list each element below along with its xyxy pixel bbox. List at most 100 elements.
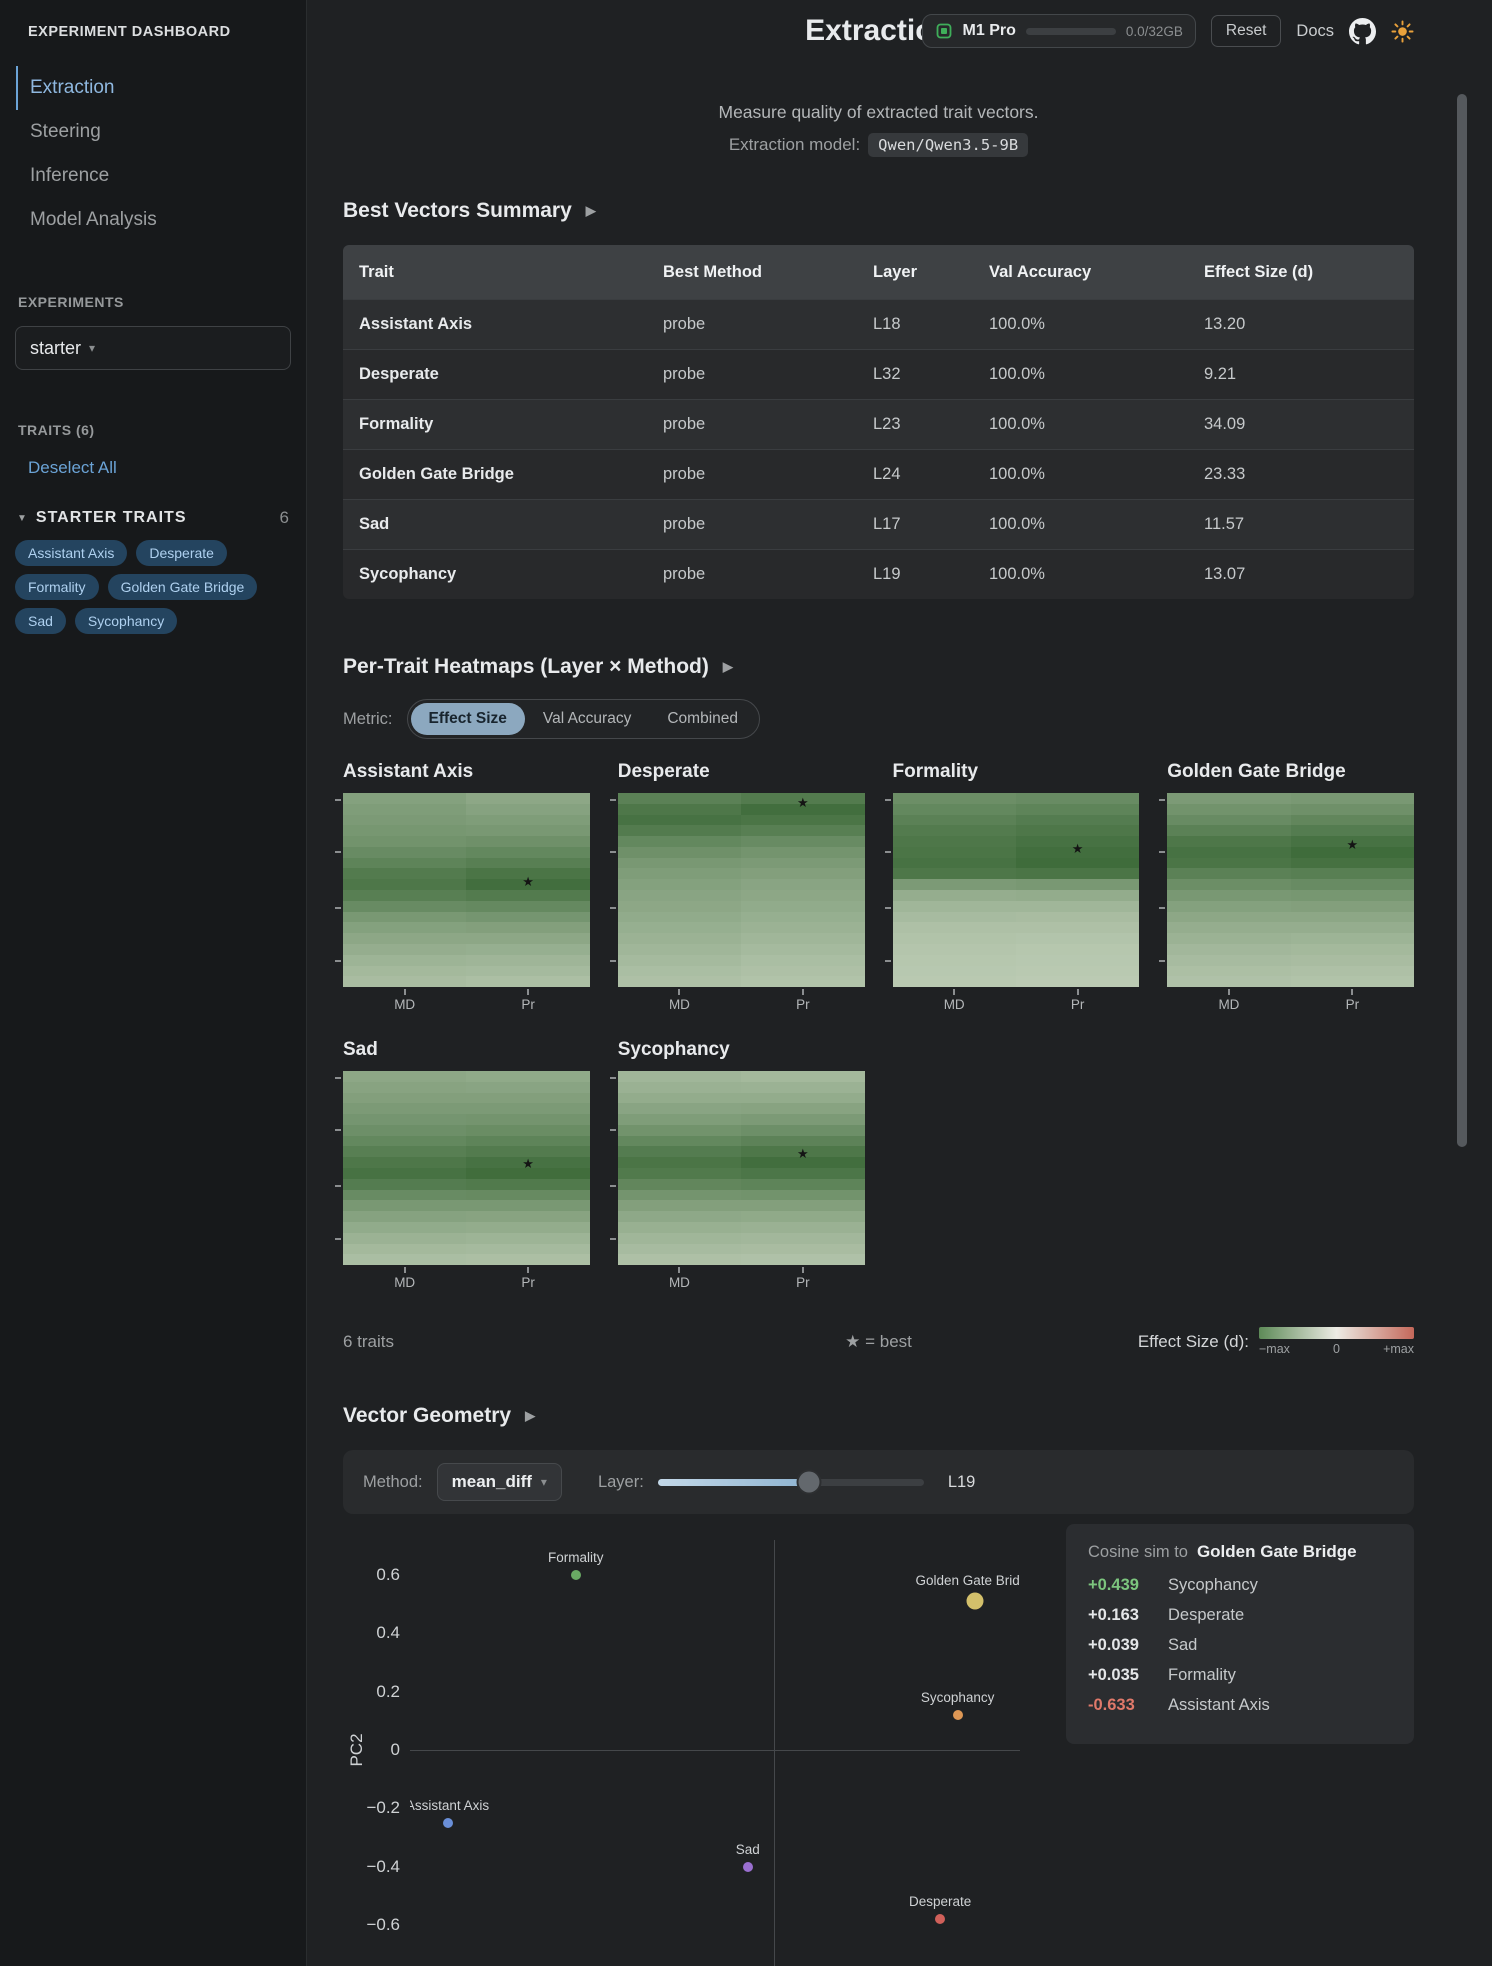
traits-section-label: TRAITS (6) [18, 422, 95, 438]
heatmap-cell [1290, 803, 1414, 815]
heatmap-cell [617, 1211, 742, 1222]
y-tick [884, 798, 891, 801]
vector-geometry-heading[interactable]: Vector Geometry ▶ [343, 1404, 1414, 1428]
heatmap-cell [1167, 911, 1291, 923]
heatmap-title: Sycophancy [617, 1039, 730, 1060]
x-tick [678, 989, 681, 995]
sidebar-item-steering[interactable]: Steering [16, 110, 306, 154]
heatmap-cell [343, 825, 467, 837]
y-tick [1159, 907, 1166, 910]
trait-pill-assistant-axis[interactable]: Assistant Axis [15, 540, 128, 566]
cell: 100.0% [989, 565, 1045, 583]
y-tick [335, 798, 341, 801]
y-tick [884, 851, 891, 854]
trait-pills: Assistant Axis Desperate Formality Golden G… [0, 528, 306, 646]
heatmap-cell [741, 933, 865, 944]
sidebar-item-model-analysis[interactable]: Model Analysis [16, 198, 306, 242]
heatmap-cell [741, 943, 865, 955]
heatmap-cell [617, 933, 742, 944]
best-star-icon: ★ [1346, 837, 1359, 853]
heatmap-cell [741, 1114, 865, 1125]
layer-slider[interactable] [657, 1471, 924, 1493]
experiment-select[interactable]: starter ▾ [15, 326, 291, 370]
cosine-target-trait: Golden Gate Bridge [1196, 1542, 1357, 1561]
cell: 34.09 [1204, 415, 1246, 433]
cosine-items: +0.439 Sycophancy +0.163 Desperate +0.039 Sad… [1088, 1576, 1392, 1715]
heatmap-cell [892, 965, 1016, 977]
y-tick [335, 959, 341, 962]
point-formality[interactable] [570, 1570, 581, 1581]
heatmap-cell [892, 803, 1016, 815]
x-tick [403, 1267, 406, 1273]
extraction-model-label: Extraction model: [728, 135, 861, 154]
y-zero-axis-line [410, 1750, 1020, 1751]
trait-pill-sycophancy[interactable]: Sycophancy [74, 608, 178, 634]
point-sycophancy[interactable] [952, 1710, 963, 1721]
docs-link[interactable]: Docs [1296, 22, 1334, 41]
heatmap-cell [741, 890, 865, 901]
table-row-sad: Sad probe L17 100.0% 11.57 [343, 499, 1414, 549]
heatmap-cell [466, 922, 590, 934]
best-vectors-summary-heading[interactable]: Best Vectors Summary ▶ [343, 199, 1414, 223]
reset-button[interactable]: Reset [1210, 15, 1282, 47]
point-desperate[interactable] [935, 1914, 946, 1925]
metric-option-effect-size[interactable]: Effect Size [410, 703, 525, 735]
y-tick [1159, 798, 1166, 801]
metric-option-combined[interactable]: Combined [649, 703, 756, 735]
point-label-sycophancy: Sycophancy [920, 1690, 995, 1706]
heatmap-x-axis: MD Pr [618, 1265, 865, 1293]
trait-pill-formality[interactable]: Formality [15, 574, 99, 600]
legend-max-label: +max [1383, 1342, 1414, 1356]
trait-pill-golden-gate-bridge[interactable]: Golden Gate Bridge [107, 574, 258, 600]
cell: 11.57 [1204, 515, 1245, 533]
heatmap-cell [466, 1081, 590, 1093]
heatmap-cell [741, 1135, 865, 1147]
cell: 100.0% [989, 515, 1045, 533]
heatmap-cell [617, 965, 742, 977]
x-tick-label: MD [668, 997, 690, 1012]
trait-pill-sad[interactable]: Sad [15, 608, 66, 634]
method-select[interactable]: mean_diff ▾ [436, 1463, 562, 1501]
heatmap-cell [741, 922, 865, 934]
heatmap-cell [466, 1092, 590, 1104]
heatmaps-heading[interactable]: Per-Trait Heatmaps (Layer × Method) ▶ [343, 655, 1414, 679]
effect-size-legend: Effect Size (d): −max 0 +max [1138, 1327, 1414, 1356]
heatmap-cell [1290, 857, 1414, 869]
heatmap-cell [1015, 911, 1140, 923]
y-tick [335, 1129, 341, 1132]
deselect-all-link[interactable]: Deselect All [0, 458, 306, 478]
heatmap-cell [617, 857, 742, 869]
cell: L17 [873, 515, 901, 533]
trait-pill-desperate[interactable]: Desperate [136, 540, 227, 566]
cell: L32 [873, 365, 901, 383]
y-tick [609, 959, 616, 962]
heatmap-x-axis: MD Pr [893, 987, 1140, 1015]
x-tick-label: MD [394, 997, 416, 1012]
github-icon[interactable] [1349, 17, 1376, 45]
column-header-trait: Trait [359, 262, 394, 281]
theme-toggle-sun-icon[interactable] [1391, 19, 1414, 43]
scrollbar-thumb[interactable] [1457, 94, 1467, 1147]
sidebar-item-inference[interactable]: Inference [16, 154, 306, 198]
heatmap-cell [343, 1146, 467, 1158]
heatmap-cell [466, 793, 590, 804]
x-tick-label: MD [668, 1275, 690, 1290]
point-assistant-axis[interactable] [442, 1817, 453, 1828]
cosine-item-desperate: +0.163 Desperate [1088, 1606, 1392, 1625]
heatmap-cell [617, 954, 742, 966]
heatmap-x-axis: MD Pr [343, 1265, 590, 1293]
point-sad[interactable] [742, 1861, 753, 1872]
point-golden-gate-bridge[interactable] [966, 1592, 984, 1610]
metric-option-val-accuracy[interactable]: Val Accuracy [525, 703, 649, 735]
heatmap-cell [1167, 814, 1291, 826]
collapse-arrow-icon: ▶ [525, 1408, 536, 1423]
heatmap-x-axis: MD Pr [1167, 987, 1414, 1015]
y-tick-label: −0.6 [366, 1914, 400, 1934]
point-label-desperate: Desperate [908, 1894, 972, 1910]
heatmap-cell [1015, 922, 1140, 934]
heatmap-cell [343, 976, 467, 988]
layer-slider-thumb[interactable] [798, 1471, 820, 1493]
trait-group-header[interactable]: ▼ STARTER TRAITS 6 [0, 508, 306, 528]
sidebar-item-extraction[interactable]: Extraction [16, 66, 306, 110]
heatmap-cell [1167, 846, 1291, 858]
